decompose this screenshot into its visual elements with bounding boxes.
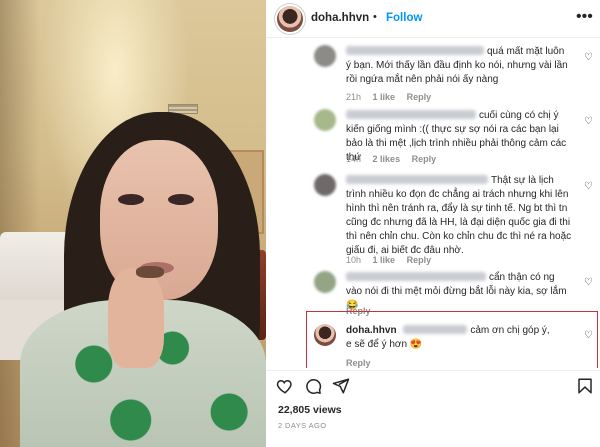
- comment-likes[interactable]: 2 likes: [373, 154, 401, 164]
- like-heart-icon[interactable]: ♡: [584, 330, 593, 341]
- comment-time: 14h: [346, 154, 362, 164]
- reply-button[interactable]: Reply: [407, 255, 432, 265]
- commenter-avatar[interactable]: [314, 45, 336, 67]
- comment-time: 10h: [346, 255, 362, 265]
- reply-button[interactable]: Reply: [346, 358, 371, 368]
- reply-author-username[interactable]: doha.hhvn: [346, 325, 397, 336]
- author-username[interactable]: doha.hhvn: [311, 12, 369, 24]
- comment-text: Thật sự là lịch trình nhiều ko đọn đc ch…: [346, 175, 572, 256]
- like-heart-icon[interactable]: ♡: [584, 181, 593, 192]
- comment-meta: 21h 1 like Reply: [346, 92, 440, 102]
- comment-icon[interactable]: [304, 377, 322, 395]
- follow-button[interactable]: Follow: [386, 12, 422, 24]
- share-icon[interactable]: [332, 377, 350, 395]
- comment-meta: Reply: [346, 358, 380, 368]
- commenter-avatar[interactable]: [314, 174, 336, 196]
- comment-likes[interactable]: 1 like: [373, 255, 396, 265]
- like-heart-icon[interactable]: ♡: [584, 116, 593, 127]
- reply-button[interactable]: Reply: [407, 92, 432, 102]
- more-horizontal-icon[interactable]: •••: [576, 8, 593, 26]
- hand: [108, 268, 164, 368]
- like-heart-icon[interactable]: ♡: [584, 277, 593, 288]
- author-avatar[interactable]: [277, 6, 303, 32]
- heart-icon[interactable]: [276, 377, 294, 395]
- right-eye: [168, 194, 194, 205]
- fingernails: [136, 266, 164, 278]
- commenter-username[interactable]: [346, 272, 486, 281]
- mentioned-username[interactable]: [403, 325, 468, 334]
- commenter-avatar[interactable]: [314, 271, 336, 293]
- bookmark-icon[interactable]: [576, 377, 594, 395]
- reply-button[interactable]: Reply: [412, 154, 437, 164]
- view-count[interactable]: 22,805 views: [278, 404, 342, 416]
- comment-text: doha.hhvn cảm ơn chị góp ý, e sẽ để ý hơ…: [346, 325, 550, 350]
- comment-meta: 10h 1 like Reply: [346, 255, 440, 265]
- comment-text: quá mất mặt luôn ý bạn. Mới thấy lần đầu…: [346, 46, 568, 85]
- left-eye: [118, 194, 144, 205]
- author-reply-avatar[interactable]: [314, 324, 336, 346]
- comment-text: cẩn thận có ng vào nói đi thi mệt mỏi đừ…: [346, 272, 567, 311]
- post-side-panel: doha.hhvn • Follow ••• quá mất mặt luôn …: [266, 0, 600, 447]
- comment-meta: 14h 2 likes Reply: [346, 154, 445, 164]
- comment-time: 21h: [346, 92, 362, 102]
- commenter-username[interactable]: [346, 110, 476, 119]
- post-action-bar: [266, 370, 600, 400]
- commenter-username[interactable]: [346, 175, 488, 184]
- like-heart-icon[interactable]: ♡: [584, 52, 593, 63]
- header-separator: •: [373, 11, 377, 23]
- post-header: doha.hhvn • Follow •••: [266, 0, 600, 38]
- post-photo[interactable]: [0, 0, 266, 447]
- commenter-username[interactable]: [346, 46, 484, 55]
- comment-likes[interactable]: 1 like: [373, 92, 396, 102]
- comments-list[interactable]: quá mất mặt luôn ý bạn. Mới thấy lần đầu…: [266, 38, 600, 368]
- commenter-avatar[interactable]: [314, 109, 336, 131]
- post-timestamp: 2 DAYS AGO: [278, 421, 327, 430]
